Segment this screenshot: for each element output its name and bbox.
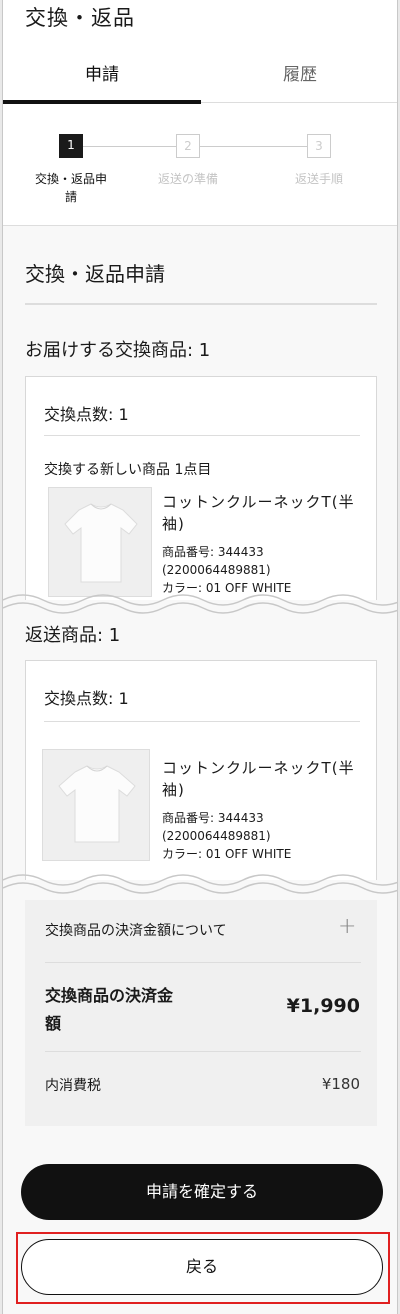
card-divider [44, 721, 360, 722]
exchange-count: 交換点数: 1 [44, 405, 129, 424]
delivery-title: お届けする交換商品: 1 [25, 340, 211, 361]
section-title: 交換・返品申請 [25, 262, 165, 286]
return-title: 返送商品: 1 [25, 625, 121, 646]
product-thumbnail [48, 487, 152, 597]
product-number: 商品番号: 344433 (2200064489881) カラー: 01 OFF… [162, 811, 292, 861]
tab-divider [201, 102, 397, 103]
step-3-label: 返送手順 [294, 172, 343, 186]
product-number: 商品番号: 344433 (2200064489881) カラー: 01 OFF… [162, 545, 292, 595]
exchange-item-card: 交換点数: 1 交換する新しい商品 1点目 コットンクルーネックT(半 袖) 商… [25, 376, 377, 600]
step-connector [83, 146, 176, 147]
tshirt-icon [64, 503, 138, 583]
step-1-label: 交換・返品申 請 [34, 172, 107, 204]
step-1-number: 1 [59, 134, 83, 158]
step-2-label: 返送の準備 [157, 172, 218, 186]
back-button[interactable]: 戻る [21, 1239, 383, 1295]
product-name: コットンクルーネックT(半 袖) [162, 493, 355, 533]
confirm-button[interactable]: 申請を確定する [21, 1164, 383, 1220]
section-divider [25, 303, 377, 305]
payment-amount: ¥1,990 [286, 995, 360, 1017]
return-item-card: 交換点数: 1 コットンクルーネックT(半 袖) 商品番号: 344433 (2… [25, 660, 377, 880]
tax-label: 内消費税 [45, 1078, 101, 1094]
tab-apply[interactable]: 申請 [3, 60, 201, 100]
tab-history[interactable]: 履歴 [201, 60, 397, 100]
content-break-wave [3, 874, 397, 896]
app-frame: 交換・返品 申請 履歴 1 2 3 交換・返品申 請 返送の準備 返送手順 交換… [2, 0, 398, 1314]
card-divider [44, 435, 360, 436]
tshirt-icon [58, 765, 136, 843]
page-title: 交換・返品 [25, 6, 135, 30]
tax-amount: ¥180 [321, 1075, 360, 1093]
payment-amount-label: 交換商品の決済金 額 [45, 986, 174, 1033]
payment-summary: 交換商品の決済金額について + 交換商品の決済金 額 ¥1,990 内消費税 ¥… [25, 900, 377, 1126]
plus-icon[interactable]: + [338, 914, 356, 939]
product-name: コットンクルーネックT(半 袖) [162, 759, 355, 799]
product-thumbnail [42, 749, 150, 861]
step-3-number: 3 [307, 134, 331, 158]
product-color: カラー: 01 OFF WHITE [162, 847, 292, 861]
payment-divider [45, 1051, 361, 1052]
content-break-wave [3, 594, 397, 616]
step-connector [200, 146, 307, 147]
exchange-item-subheading: 交換する新しい商品 1点目 [44, 462, 212, 478]
step-indicator: 1 2 3 交換・返品申 請 返送の準備 返送手順 [3, 104, 397, 226]
step-2-number: 2 [176, 134, 200, 158]
payment-divider [45, 962, 361, 963]
return-count: 交換点数: 1 [44, 689, 129, 708]
payment-info-toggle[interactable]: 交換商品の決済金額について [45, 920, 227, 940]
